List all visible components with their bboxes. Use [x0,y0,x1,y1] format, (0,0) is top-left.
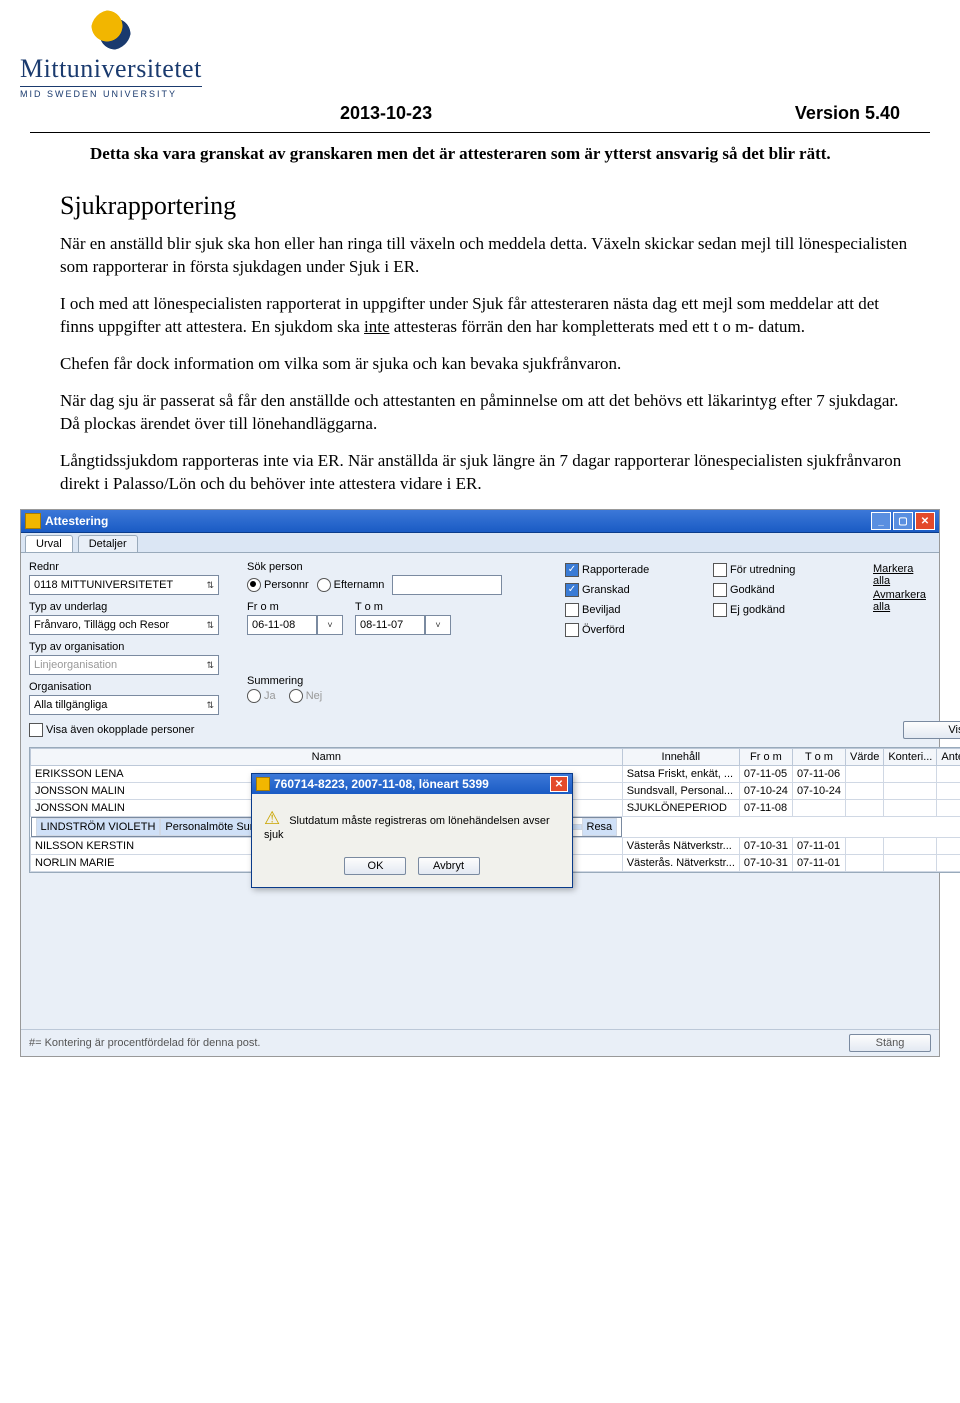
close-button[interactable]: ✕ [915,512,935,530]
link-markera-alla[interactable]: Markera alla [873,563,926,587]
paragraph-5: Långtidssjukdom rapporteras inte via ER.… [60,450,910,496]
sok-person-input[interactable] [392,575,502,595]
logo-swirl-icon [91,10,131,50]
col-header[interactable]: T o m [792,749,845,766]
app-icon [25,513,41,529]
window-title: Attestering [45,514,108,528]
logo-name: Mittuniversitetet [20,54,202,84]
tom-input[interactable] [355,615,425,635]
typ-org-label: Typ av organisation [29,641,229,653]
btn-stang[interactable]: Stäng [849,1034,931,1052]
from-picker[interactable]: ˅ [317,615,343,635]
chk-beviljad[interactable]: Beviljad [565,603,705,617]
col-header[interactable]: Fr o m [739,749,792,766]
tabstrip: Urval Detaljer [21,533,939,553]
dialog-message: Slutdatum måste registreras om lönehände… [264,815,550,841]
app-window: Attestering _ ▢ ✕ Urval Detaljer Rednr 0… [20,509,940,1057]
warning-icon: ⚠ [264,808,280,828]
tom-label: T o m [355,601,451,613]
tom-picker[interactable]: ˅ [425,615,451,635]
dialog-cancel-button[interactable]: Avbryt [418,857,480,875]
chk-ej-godkand[interactable]: Ej godkänd [713,603,853,617]
rednr-select[interactable]: 0118 MITTUNIVERSITETET⇅ [29,575,219,595]
paragraph-1: När en anställd blir sjuk ska hon eller … [60,233,910,279]
visa-button[interactable]: Visa [903,721,960,739]
col-header[interactable]: Konteri... [884,749,937,766]
tab-urval[interactable]: Urval [25,535,73,552]
dialog-ok-button[interactable]: OK [344,857,406,875]
logo: Mittuniversitetet MID SWEDEN UNIVERSITY [20,10,202,99]
dialog-icon [256,777,270,791]
paragraph-2: I och med att lönespecialisten rapporter… [60,293,910,339]
tab-detaljer[interactable]: Detaljer [78,535,138,552]
typ-underlag-select[interactable]: Frånvaro, Tillägg och Resor⇅ [29,615,219,635]
minimize-button[interactable]: _ [871,512,891,530]
personnr-radio[interactable]: Personnr [247,578,309,592]
section-heading: Sjukrapportering [60,188,910,223]
maximize-button[interactable]: ▢ [893,512,913,530]
chk-for-utredning[interactable]: För utredning [713,563,853,577]
from-input[interactable] [247,615,317,635]
summering-nej[interactable]: Nej [289,690,323,702]
link-avmarkera-alla[interactable]: Avmarkera alla [873,589,926,613]
status-text: #= Kontering är procentfördelad för denn… [29,1037,260,1049]
chk-overford[interactable]: Överförd [565,623,705,637]
dialog-close-button[interactable]: ✕ [550,776,568,792]
chk-granskad[interactable]: Granskad [565,583,705,597]
col-header[interactable]: Innehåll [622,749,739,766]
titlebar: Attestering _ ▢ ✕ [21,510,939,533]
paragraph-4: När dag sju är passerat så får den anstä… [60,390,910,436]
summering-label: Summering [247,675,547,687]
organisation-select[interactable]: Alla tillgängliga⇅ [29,695,219,715]
logo-subtitle: MID SWEDEN UNIVERSITY [20,86,202,99]
dialog-title: 760714-8223, 2007-11-08, löneart 5399 [274,777,489,791]
typ-org-select[interactable]: Linjeorganisation⇅ [29,655,219,675]
col-header[interactable]: Namn [31,749,623,766]
typ-underlag-label: Typ av underlag [29,601,229,613]
organisation-label: Organisation [29,681,229,693]
doc-version: Version 5.40 [795,103,900,124]
from-label: Fr o m [247,601,343,613]
paragraph-3: Chefen får dock information om vilka som… [60,353,910,376]
doc-date: 2013-10-23 [340,103,432,124]
rednr-label: Rednr [29,561,229,573]
intro-paragraph: Detta ska vara granskat av granskaren me… [60,143,910,166]
warning-dialog: 760714-8223, 2007-11-08, löneart 5399 ✕ … [251,773,573,888]
okopplade-checkbox[interactable]: Visa även okopplade personer [29,723,229,737]
col-header[interactable]: Värde [845,749,883,766]
divider [30,132,930,133]
efternamn-radio[interactable]: Efternamn [317,578,385,592]
summering-ja[interactable]: Ja [247,690,276,702]
sok-person-label: Sök person [247,561,547,573]
chk-godkand[interactable]: Godkänd [713,583,853,597]
col-header[interactable]: Anteck [937,749,960,766]
chk-rapporterade[interactable]: Rapporterade [565,563,705,577]
